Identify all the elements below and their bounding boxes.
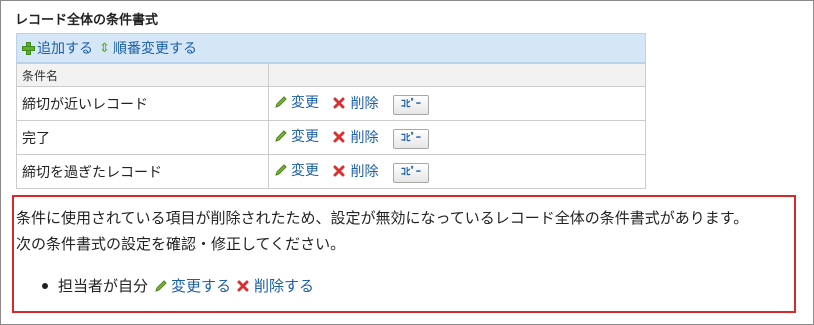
pencil-icon — [275, 130, 287, 142]
table-row: 締切が近いレコード 変更 削除 ｺﾋﾟｰ — [16, 86, 646, 121]
x-icon — [237, 280, 249, 291]
edit-link[interactable]: 変更 — [274, 126, 319, 146]
delete-label: 削除する — [254, 277, 315, 295]
bullet — [42, 282, 48, 289]
conditions-table: 条件名 締切が近いレコード 変更 削除 ｺﾋﾟｰ 完了 変更 削除 ｺﾋﾟｰ 締… — [16, 63, 646, 189]
delete-link[interactable]: 削除する — [237, 275, 314, 296]
invalid-condition-name: 担当者が自分 — [58, 277, 149, 295]
section-title: レコード全体の条件書式 — [15, 13, 159, 28]
reorder-label: 順番変更する — [113, 41, 197, 57]
delete-label: 削除 — [350, 96, 379, 112]
condition-name: 締切が近いレコード — [16, 86, 269, 121]
delete-label: 削除 — [350, 130, 379, 146]
plus-icon — [22, 41, 35, 55]
reorder-button[interactable]: ⇕ 順番変更する — [99, 38, 197, 58]
x-icon — [333, 97, 345, 109]
add-label: 追加する — [37, 41, 93, 57]
edit-label: 変更 — [291, 129, 319, 145]
delete-link[interactable]: 削除 — [333, 93, 378, 113]
toolbar: 追加する ⇕ 順番変更する — [16, 33, 646, 63]
row-actions: 変更 削除 ｺﾋﾟｰ — [268, 154, 646, 189]
edit-label: 変更する — [171, 277, 232, 295]
pencil-icon — [155, 279, 167, 292]
edit-label: 変更 — [291, 163, 319, 179]
table-row: 締切を過ぎたレコード 変更 削除 ｺﾋﾟｰ — [16, 154, 646, 189]
conditions-table-wrap: 追加する ⇕ 順番変更する 条件名 締切が近いレコード 変更 削除 ｺﾋﾟｰ 完… — [16, 33, 646, 189]
column-header-name: 条件名 — [16, 63, 269, 87]
edit-link[interactable]: 変更 — [274, 160, 319, 180]
row-actions: 変更 削除 ｺﾋﾟｰ — [268, 86, 646, 121]
edit-link[interactable]: 変更する — [154, 275, 231, 296]
column-header-actions — [268, 63, 646, 87]
x-icon — [333, 165, 345, 177]
condition-name: 締切を過ぎたレコード — [16, 154, 269, 189]
table-header-row: 条件名 — [16, 63, 646, 87]
up-down-arrow-icon: ⇕ — [99, 40, 110, 56]
pencil-icon — [275, 96, 287, 108]
invalid-conditions-warning: 条件に使用されている項目が削除されたため、設定が無効になっているレコード全体の条… — [12, 195, 796, 313]
edit-link[interactable]: 変更 — [274, 92, 319, 112]
add-button[interactable]: 追加する — [22, 38, 93, 58]
copy-button[interactable]: ｺﾋﾟｰ — [392, 129, 429, 149]
table-row: 完了 変更 削除 ｺﾋﾟｰ — [16, 120, 646, 155]
warning-message: 条件に使用されている項目が削除されたため、設定が無効になっているレコード全体の条… — [16, 209, 749, 227]
copy-button[interactable]: ｺﾋﾟｰ — [392, 95, 429, 115]
delete-link[interactable]: 削除 — [333, 127, 378, 147]
list-item: 担当者が自分 変更する 削除する — [42, 275, 314, 296]
pencil-icon — [275, 164, 287, 176]
edit-label: 変更 — [291, 95, 319, 111]
row-actions: 変更 削除 ｺﾋﾟｰ — [268, 120, 646, 155]
delete-label: 削除 — [350, 164, 379, 180]
copy-button[interactable]: ｺﾋﾟｰ — [392, 163, 429, 183]
conditional-format-panel: レコード全体の条件書式 追加する ⇕ 順番変更する 条件名 締切が近いレコード — [0, 0, 814, 325]
x-icon — [333, 131, 345, 143]
delete-link[interactable]: 削除 — [333, 161, 378, 181]
condition-name: 完了 — [16, 120, 269, 155]
warning-instruction: 次の条件書式の設定を確認・修正してください。 — [16, 235, 346, 253]
